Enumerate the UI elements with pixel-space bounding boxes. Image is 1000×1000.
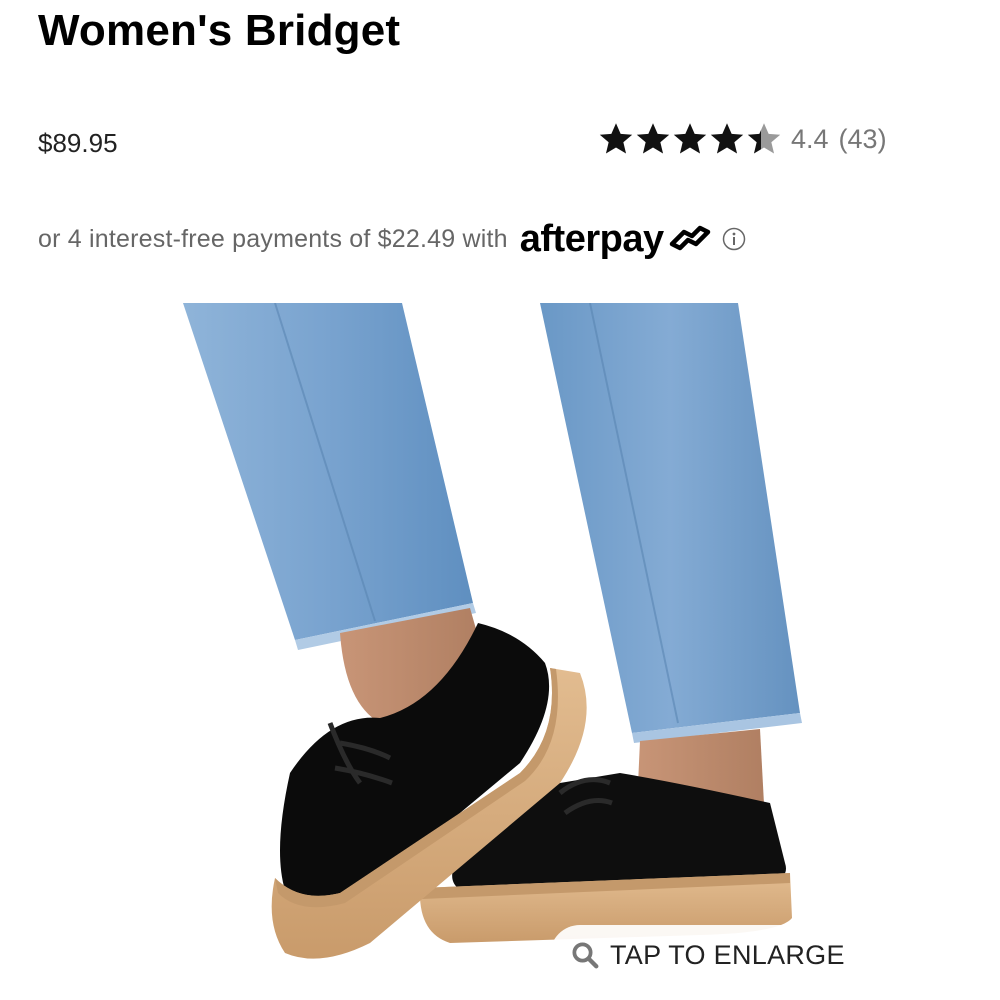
- product-price: $89.95: [38, 128, 118, 158]
- product-title: Women's Bridget: [38, 6, 401, 55]
- star-icon: [635, 121, 671, 157]
- star-icon: [746, 121, 782, 157]
- search-icon: [572, 942, 599, 969]
- star-icon: [598, 121, 634, 157]
- tap-to-enlarge-button[interactable]: TAP TO ENLARGE: [550, 925, 974, 985]
- afterpay-logo: afterpay: [520, 218, 712, 261]
- rating-summary[interactable]: 4.4 (43): [598, 114, 887, 164]
- afterpay-message: or 4 interest-free payments of $22.49 wi…: [38, 216, 746, 262]
- review-count: (43): [838, 123, 887, 154]
- star-icon: [709, 121, 745, 157]
- star-rating: [598, 121, 783, 157]
- jeans-right-leg: [540, 303, 800, 733]
- enlarge-label: TAP TO ENLARGE: [610, 939, 845, 970]
- star-icon: [672, 121, 708, 157]
- info-icon[interactable]: [722, 227, 746, 251]
- afterpay-arrows-icon: [669, 225, 710, 251]
- rating-score: 4.4: [791, 123, 829, 154]
- product-image[interactable]: [0, 303, 1000, 1000]
- afterpay-text: or 4 interest-free payments of $22.49 wi…: [38, 224, 508, 253]
